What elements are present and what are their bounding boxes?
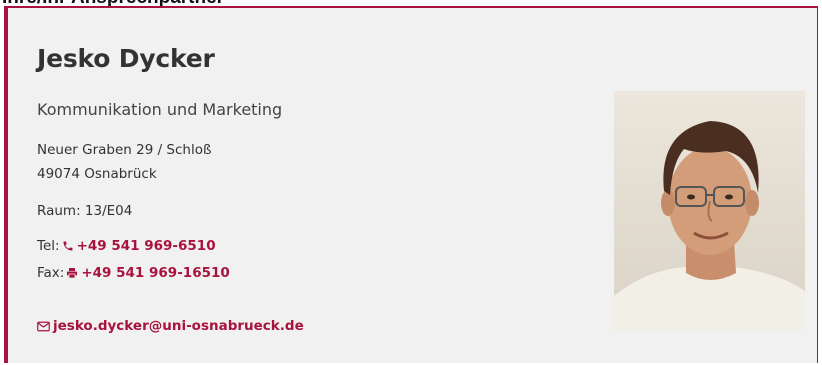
phone-link[interactable]: +49 541 969-6510 (77, 238, 216, 254)
printer-icon (66, 267, 78, 283)
address-street: Neuer Graben 29 / Schloß (37, 142, 212, 158)
contact-photo (614, 91, 805, 331)
email-row: jesko.dycker@uni-osnabrueck.de (37, 318, 304, 336)
email-link[interactable]: jesko.dycker@uni-osnabrueck.de (53, 318, 304, 334)
contact-card: Jesko Dycker Kommunikation und Marketing… (4, 6, 818, 363)
envelope-icon (37, 320, 50, 336)
contact-department: Kommunikation und Marketing (37, 100, 283, 119)
fax-label: Fax: (37, 265, 65, 281)
phone-icon (62, 240, 74, 256)
address-city: 49074 Osnabrück (37, 166, 157, 182)
contact-name: Jesko Dycker (37, 44, 215, 73)
fax-row: Fax: +49 541 969-16510 (37, 265, 230, 283)
room-number: Raum: 13/E04 (37, 203, 133, 219)
phone-label: Tel: (37, 238, 60, 254)
fax-link[interactable]: +49 541 969-16510 (81, 265, 229, 281)
phone-row: Tel: +49 541 969-6510 (37, 238, 216, 256)
